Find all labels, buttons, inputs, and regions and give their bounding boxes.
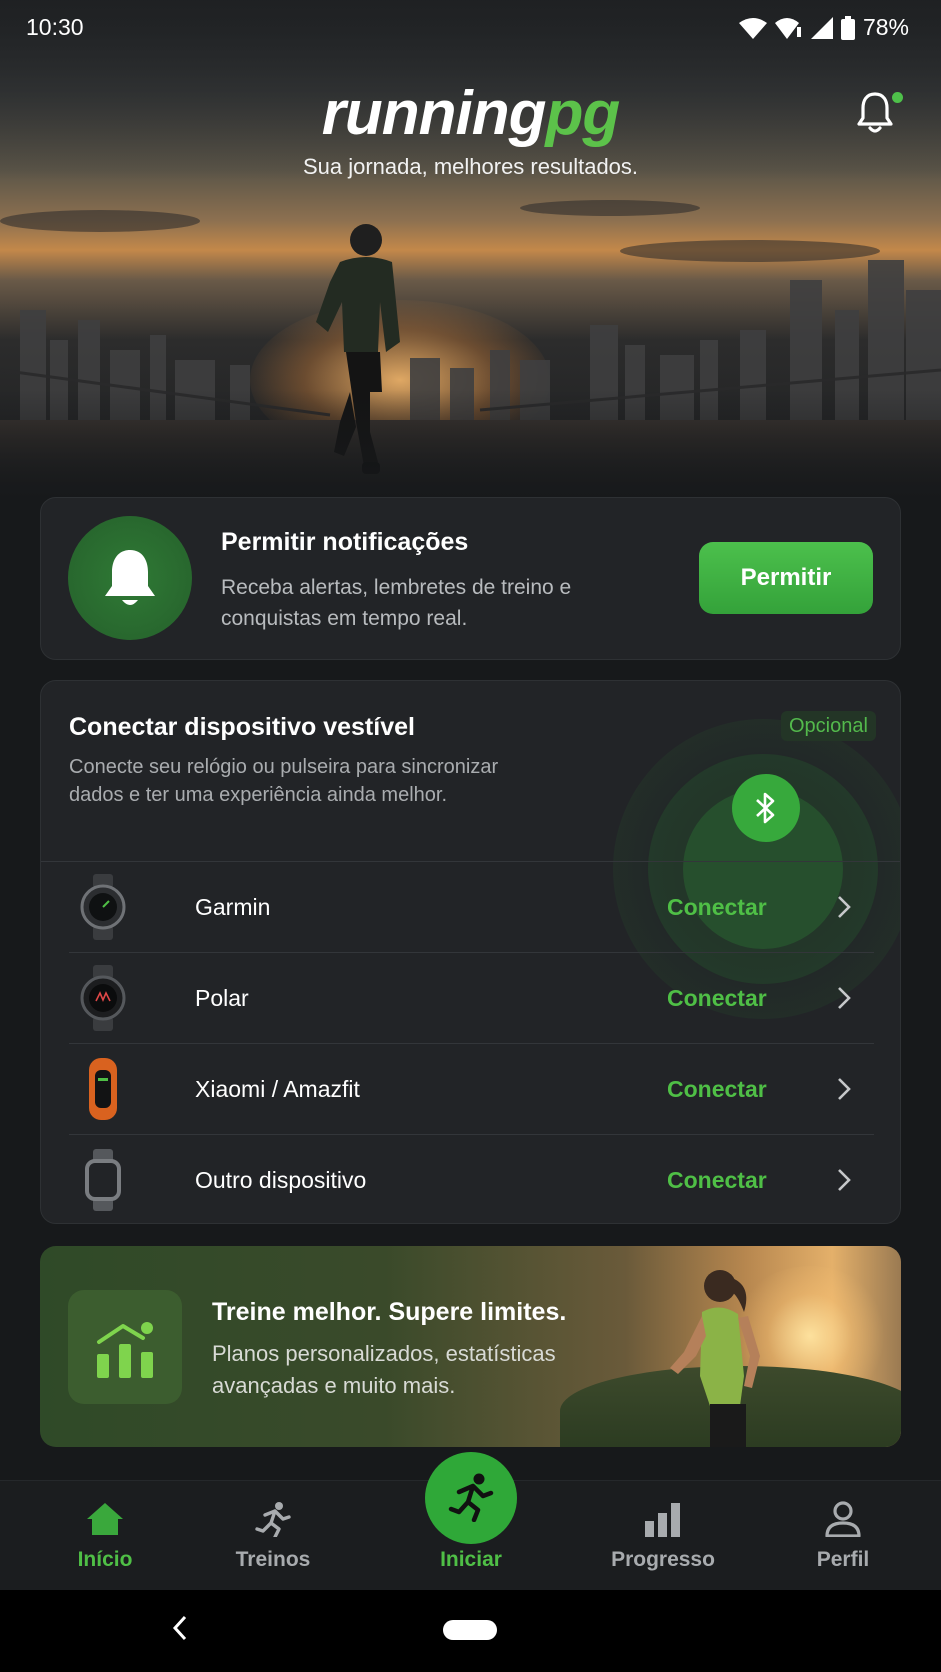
wearable-connect-card: Conectar dispositivo vestível Conecte se…	[40, 680, 901, 1224]
bar-chart-icon	[645, 1503, 680, 1537]
tab-treinos[interactable]: Treinos	[203, 1501, 343, 1572]
bell-icon	[105, 550, 155, 605]
bluetooth-icon	[756, 792, 775, 824]
runner-woman-image	[670, 1270, 760, 1447]
connect-link[interactable]: Conectar	[667, 985, 767, 1012]
device-row-garmin[interactable]: Garmin Conectar	[69, 862, 874, 953]
bell-badge	[68, 516, 192, 640]
optional-badge: Opcional	[781, 711, 876, 741]
cell-signal-icon	[810, 16, 833, 39]
tab-inicio[interactable]: Início	[35, 1501, 175, 1572]
device-name: Polar	[195, 985, 249, 1011]
chevron-right-icon	[838, 896, 851, 918]
status-time: 10:30	[26, 14, 84, 40]
bell-icon	[857, 92, 893, 133]
tagline: Sua jornada, melhores resultados.	[302, 154, 639, 179]
smartwatch-icon	[80, 965, 126, 1031]
unread-dot	[892, 92, 903, 103]
promo-banner[interactable]: Treine melhor. Supere limites. Planos pe…	[40, 1246, 901, 1447]
logo-text-pg: pg	[545, 79, 620, 148]
runner-icon	[448, 1473, 494, 1522]
tab-label: Treinos	[235, 1548, 311, 1571]
device-name: Xiaomi / Amazfit	[195, 1076, 360, 1102]
device-row-polar[interactable]: Polar Conectar	[69, 953, 874, 1044]
fitness-band-icon	[89, 1058, 117, 1120]
start-run-button[interactable]	[425, 1452, 517, 1544]
wifi-icon	[738, 17, 767, 39]
back-icon[interactable]	[172, 1614, 188, 1642]
chevron-right-icon	[838, 1169, 851, 1191]
notification-title: Permitir notificações	[221, 528, 469, 556]
promo-description: Planos personalizados, estatísticas avan…	[212, 1341, 556, 1398]
chevron-right-icon	[838, 1078, 851, 1100]
home-pill[interactable]	[443, 1620, 497, 1640]
notification-permission-card: Permitir notificações Receba alertas, le…	[40, 497, 901, 660]
system-navigation-bar	[0, 1590, 941, 1672]
tab-label: Perfil	[816, 1548, 870, 1571]
notification-description: Receba alertas, lembretes de treino e co…	[221, 576, 572, 630]
chevron-right-icon	[838, 987, 851, 1009]
device-name: Outro dispositivo	[195, 1167, 367, 1193]
wifi-calling-icon	[774, 17, 801, 39]
home-icon	[87, 1503, 123, 1535]
smartwatch-icon	[80, 874, 126, 940]
allow-notifications-button[interactable]: Permitir	[699, 542, 873, 614]
tab-label: Início	[77, 1548, 133, 1571]
wearable-title: Conectar dispositivo vestível	[69, 713, 415, 741]
user-icon	[825, 1501, 861, 1538]
device-row-xiaomi-amazfit[interactable]: Xiaomi / Amazfit Conectar	[69, 1044, 874, 1135]
growth-chart-icon	[97, 1322, 153, 1378]
app-logo: runningpg	[0, 78, 941, 149]
battery-icon	[840, 15, 855, 40]
battery-percent: 78%	[862, 14, 909, 40]
tab-progresso[interactable]: Progresso	[593, 1501, 733, 1572]
status-bar: 10:30 78%	[0, 0, 941, 56]
runner-icon	[255, 1502, 291, 1539]
start-label: Iniciar	[440, 1548, 502, 1571]
tab-label: Progresso	[611, 1548, 715, 1571]
logo-text-running: running	[321, 79, 547, 148]
wearable-description: Conecte seu relógio ou pulseira para sin…	[69, 756, 499, 806]
connect-link[interactable]: Conectar	[667, 894, 767, 921]
hero-image	[0, 0, 941, 500]
bluetooth-button[interactable]	[732, 774, 800, 842]
generic-watch-icon	[85, 1149, 121, 1211]
device-row-other[interactable]: Outro dispositivo Conectar	[69, 1135, 874, 1223]
promo-title: Treine melhor. Supere limites.	[212, 1298, 567, 1326]
tab-perfil[interactable]: Perfil	[773, 1501, 913, 1572]
connect-link[interactable]: Conectar	[667, 1167, 767, 1194]
stats-icon-box	[68, 1290, 182, 1404]
device-name: Garmin	[195, 894, 271, 920]
connect-link[interactable]: Conectar	[667, 1076, 767, 1103]
